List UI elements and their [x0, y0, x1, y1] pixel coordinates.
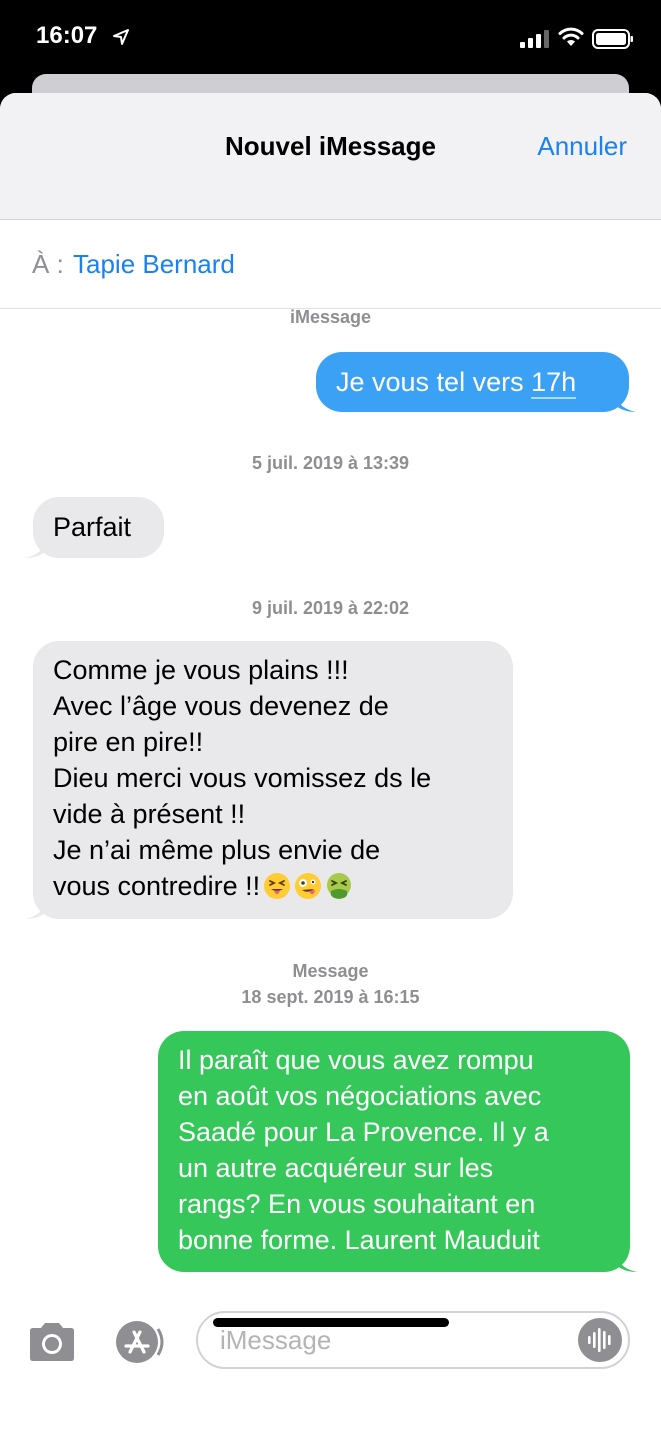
message-line: bonne forme. Laurent Mauduit [178, 1225, 540, 1255]
message-line: Saadé pour La Provence. Il y a [178, 1117, 549, 1147]
recipient-label: À : [32, 249, 64, 279]
home-indicator[interactable] [213, 1318, 449, 1327]
service-label-message: Message [292, 961, 369, 981]
bubble-tail [615, 1250, 637, 1272]
navigation-bar: Nouvel iMessage Annuler [0, 93, 661, 220]
message-line: Avec l’âge vous devenez de [53, 691, 389, 721]
time-link[interactable]: 17h [531, 367, 577, 399]
timestamp: 5 juil. 2019 à 13:39 [251, 453, 410, 473]
recipient-name[interactable]: Tapie Bernard [73, 249, 235, 280]
wifi-icon [558, 27, 584, 46]
sent-message-bubble[interactable]: Je vous tel vers 17h [316, 352, 636, 412]
received-message-bubble[interactable]: Comme je vous plains !!! Avec l’âge vous… [25, 641, 513, 919]
input-placeholder: iMessage [220, 1325, 332, 1355]
message-line: vous contredire !! [53, 871, 261, 901]
timestamp: 18 sept. 2019 à 16:15 [241, 987, 420, 1007]
location-arrow-icon [113, 29, 129, 45]
cellular-signal-icon [520, 30, 549, 48]
message-line: pire en pire!! [53, 727, 204, 757]
message-line: un autre acquéreur sur les [178, 1153, 494, 1183]
service-label-imessage: iMessage [289, 307, 372, 327]
message-line: Il paraît que vous avez rompu [178, 1045, 534, 1075]
message-line: en août vos négociations avec [178, 1081, 542, 1111]
received-message-bubble[interactable]: Parfait [25, 497, 164, 558]
message-line: rangs? En vous souhaitant en [178, 1189, 536, 1219]
timestamp: 9 juil. 2019 à 22:02 [251, 598, 410, 618]
bubble-tail [25, 536, 47, 558]
message-line: Dieu merci vous vomissez ds le [53, 763, 432, 793]
message-line: Je n’ai même plus envie de [53, 835, 381, 865]
audio-message-icon[interactable] [578, 1318, 622, 1362]
composer-bar: iMessage [0, 1293, 661, 1383]
message-line: vide à présent !! [53, 799, 246, 829]
message-line-with-emojis: vous contredire !! [53, 868, 501, 904]
vomiting-face-emoji-icon [327, 873, 352, 899]
zany-face-emoji-icon [295, 873, 322, 899]
status-bar: 16:07 [0, 0, 661, 80]
battery-icon [592, 29, 633, 49]
app-store-icon[interactable] [110, 1317, 168, 1367]
compose-sheet: Nouvel iMessage Annuler À : Tapie Bernar… [0, 93, 661, 1431]
cancel-button[interactable]: Annuler [537, 131, 627, 162]
squinting-tongue-emoji-icon [264, 873, 291, 899]
message-text: Parfait [53, 512, 132, 542]
bubble-tail [614, 390, 636, 412]
camera-icon[interactable] [26, 1321, 78, 1363]
bubble-tail [25, 897, 47, 919]
status-time: 16:07 [36, 22, 98, 49]
recipient-field[interactable]: À : Tapie Bernard [0, 221, 661, 309]
message-line: Comme je vous plains !!! [53, 655, 349, 685]
sent-sms-bubble[interactable]: Il paraît que vous avez rompu en août vo… [158, 1031, 637, 1272]
message-text: Je vous tel vers [336, 367, 532, 397]
